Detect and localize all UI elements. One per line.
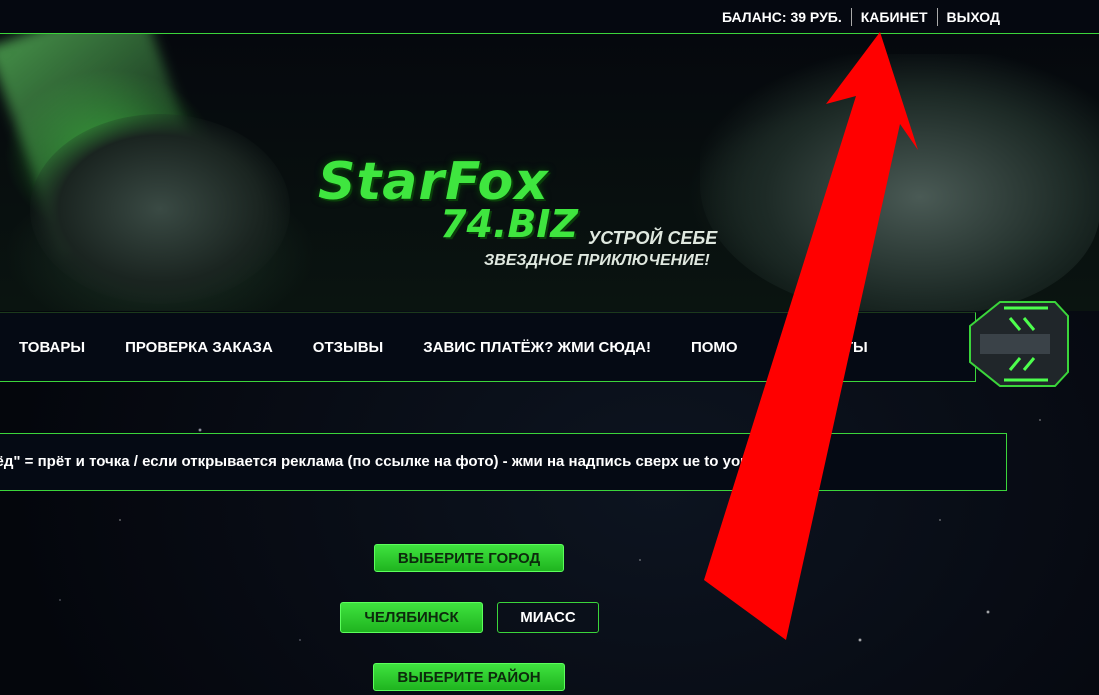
nav-item-products[interactable]: ТОВАРЫ (19, 339, 85, 356)
city-option-chelyabinsk[interactable]: ЧЕЛЯБИНСК (340, 602, 483, 633)
tagline-line1: УСТРОЙ СЕБЕ (588, 228, 718, 248)
main-nav: ТОВАРЫ ПРОВЕРКА ЗАКАЗА ОТЗЫВЫ ЗАВИС ПЛАТ… (0, 312, 976, 382)
nav-item-help[interactable]: ПОМО (691, 339, 738, 356)
site-logo-domain: 74.BIZ (440, 202, 578, 246)
choose-city-button[interactable]: ВЫБЕРИТЕ ГОРОД (374, 544, 564, 572)
nav-item-reviews[interactable]: ОТЗЫВЫ (313, 339, 383, 356)
notice-banner: лёд" = прёт и точка / если открывается р… (0, 433, 1007, 491)
choose-district-button[interactable]: ВЫБЕРИТЕ РАЙОН (373, 663, 565, 691)
page: БАЛАНС: 39 РУБ. КАБИНЕТ ВЫХОД StarFox 74… (0, 0, 1099, 695)
nav-item-payment-stuck[interactable]: ЗАВИС ПЛАТЁЖ? ЖМИ СЮДА! (423, 339, 651, 356)
header-banner: StarFox 74.BIZ УСТРОЙ СЕБЕ ЗВЕЗДНОЕ ПРИК… (0, 34, 1099, 311)
balance-label: БАЛАНС: 39 РУБ. (721, 8, 842, 25)
tagline-line2: ЗВЕЗДНОЕ ПРИКЛЮЧЕНИЕ! (484, 252, 710, 269)
city-option-miass[interactable]: МИАСС (497, 602, 599, 633)
nav-item-order-check[interactable]: ПРОВЕРКА ЗАКАЗА (125, 339, 273, 356)
cabinet-link[interactable]: КАБИНЕТ (852, 9, 937, 25)
blaster-decoration-icon (969, 301, 1069, 387)
top-bar: БАЛАНС: 39 РУБ. КАБИНЕТ ВЫХОД (0, 0, 1099, 34)
spaceship-right-image (700, 54, 1099, 311)
account-links: БАЛАНС: 39 РУБ. КАБИНЕТ ВЫХОД (713, 0, 1009, 33)
notice-text: лёд" = прёт и точка / если открывается р… (0, 453, 810, 470)
logout-link[interactable]: ВЫХОД (938, 9, 1009, 25)
nav-item-contacts[interactable]: КОНТАКТЫ (784, 339, 868, 356)
spaceship-left-image (30, 114, 290, 304)
